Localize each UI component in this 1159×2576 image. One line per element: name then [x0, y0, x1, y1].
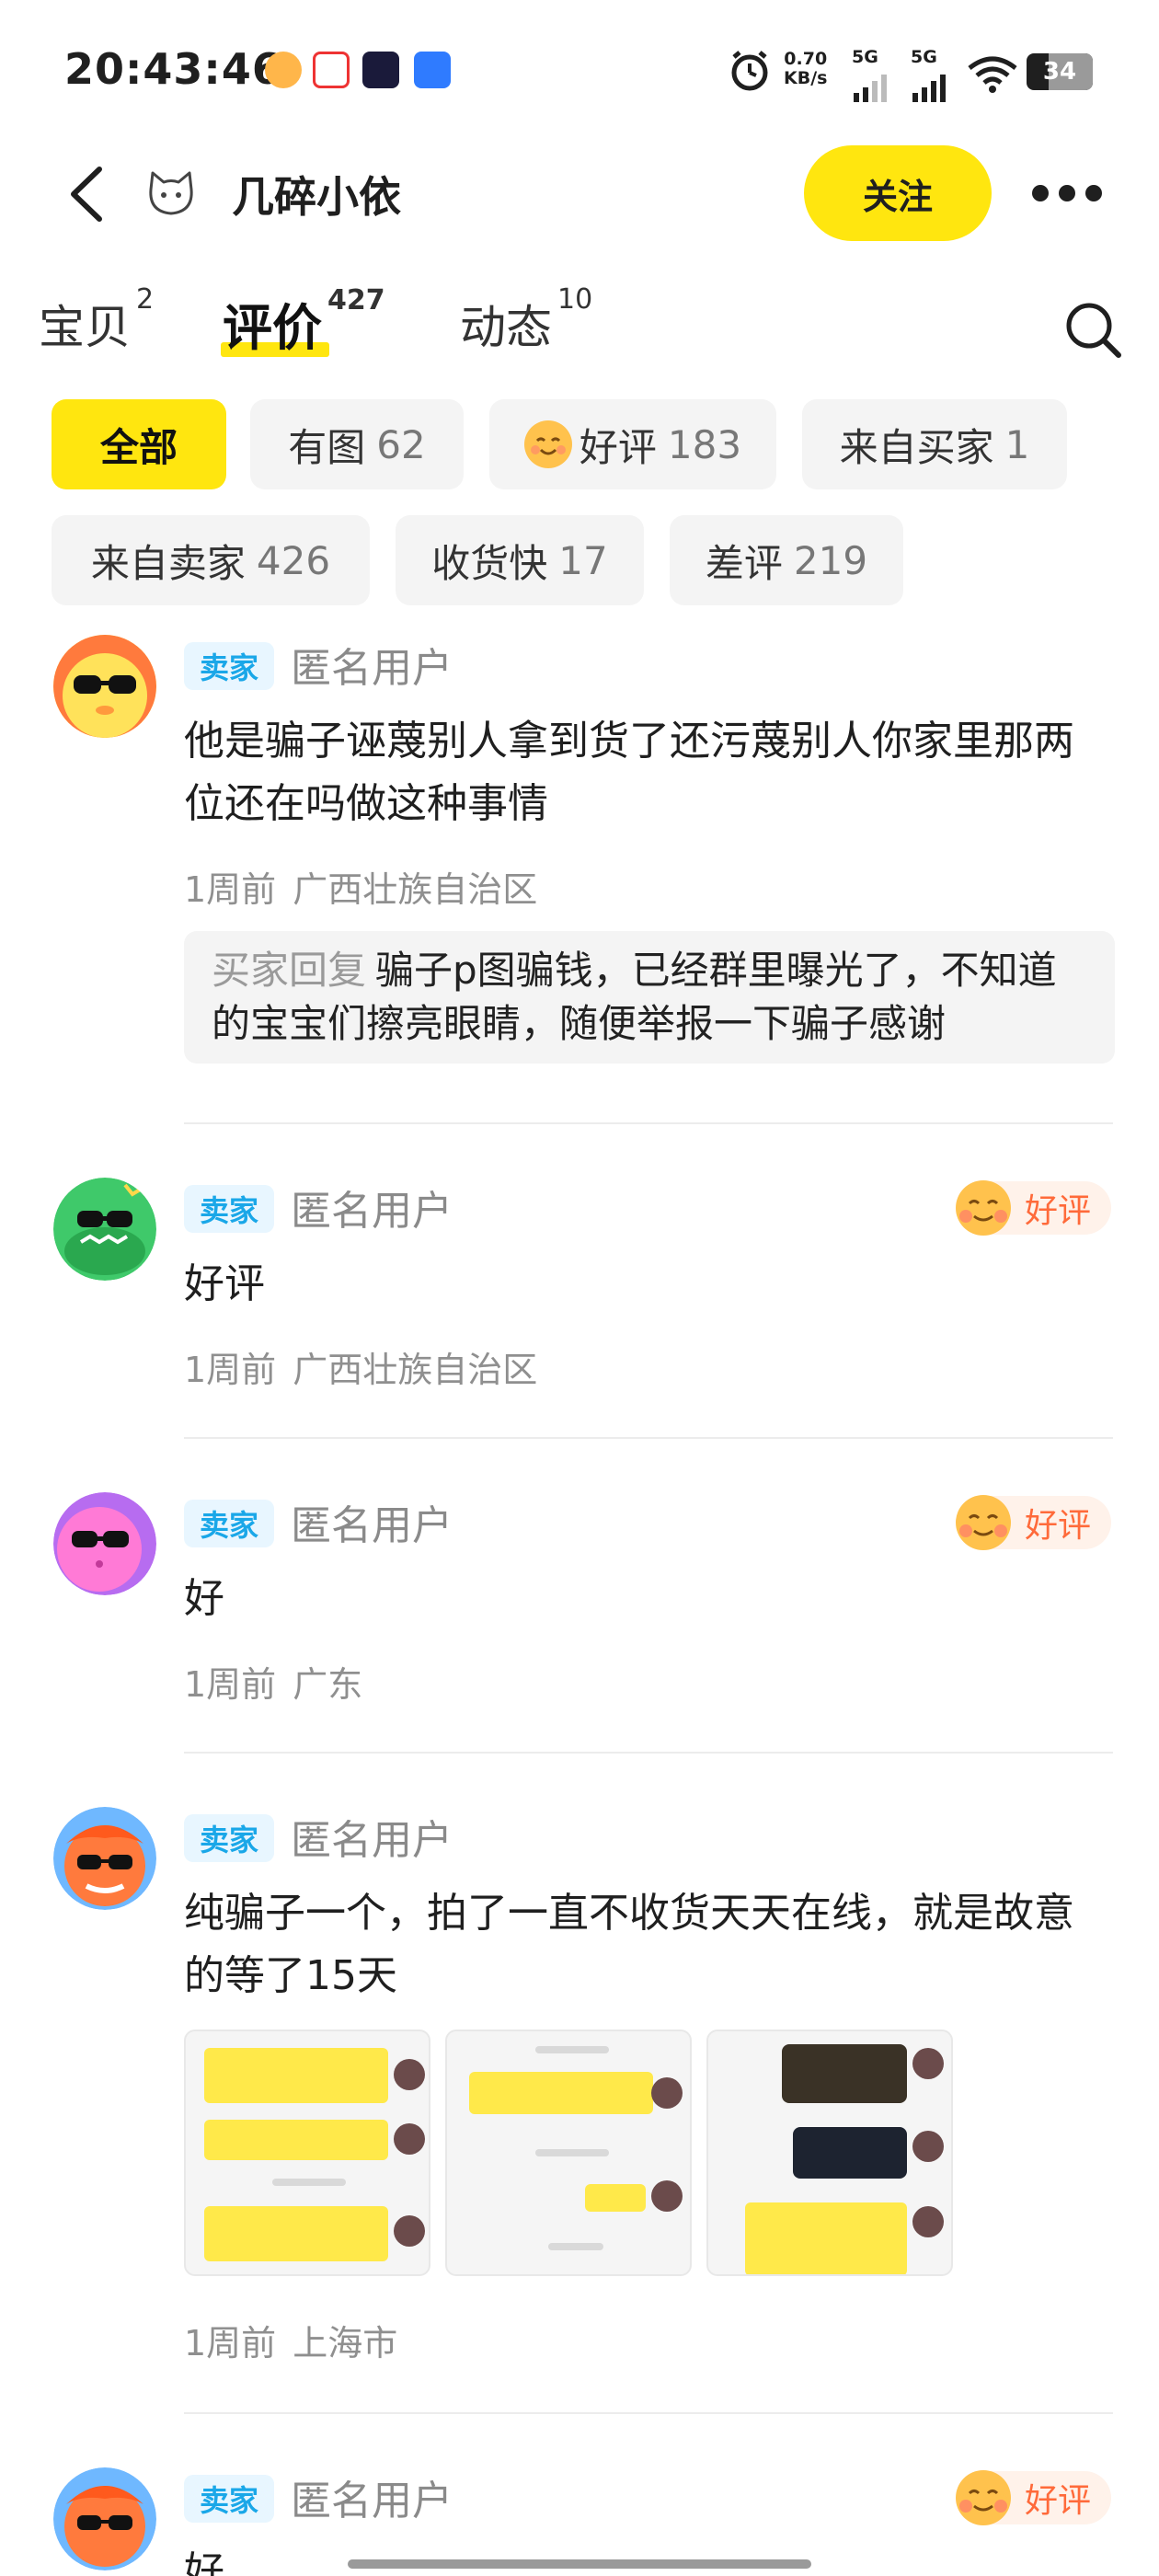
- reviewer-name: 匿名用户: [291, 645, 453, 692]
- baidu-app-icon: [414, 52, 451, 88]
- divider: [184, 1752, 1113, 1754]
- seller-badge: 卖家: [184, 642, 274, 690]
- status-bar: 20:43:46 0.70 KB/s 5G 5G 34: [0, 0, 1159, 138]
- tab-bar: 宝贝2 评价 427 动态10: [0, 276, 1159, 377]
- avatar: [53, 1492, 156, 1595]
- positive-tag: 好评: [956, 1495, 1111, 1550]
- review-content: 好: [184, 2548, 224, 2576]
- review-image[interactable]: [706, 2030, 953, 2276]
- positive-tag: 好评: [956, 2470, 1111, 2525]
- status-time: 20:43:46: [64, 44, 282, 94]
- signal-icon: [912, 75, 946, 102]
- shop-name: 几碎小依: [232, 172, 401, 222]
- seller-badge: 卖家: [184, 1500, 274, 1547]
- review-image[interactable]: [445, 2030, 692, 2276]
- review-content: 好: [184, 1575, 224, 1622]
- review-content: 他是骗子诬蔑别人拿到货了还污蔑别人你家里那两位还在吗做这种事情: [184, 718, 1074, 827]
- filter-from-buyer[interactable]: 来自买家 1: [802, 399, 1067, 489]
- tab-activity[interactable]: 动态10: [460, 283, 592, 357]
- avatar: [53, 1807, 156, 1910]
- filter-all[interactable]: 全部: [52, 399, 226, 489]
- divider: [184, 1122, 1113, 1124]
- smile-face-icon: [956, 1495, 1011, 1550]
- news-app-icon: [313, 52, 350, 88]
- seller-badge: 卖家: [184, 2475, 274, 2523]
- basketball-app-icon: [265, 52, 302, 88]
- divider: [184, 2412, 1113, 2414]
- back-arrow-icon[interactable]: [61, 162, 116, 226]
- battery-level: 34: [1042, 58, 1077, 86]
- review-meta: 1周前 广西壮族自治区: [184, 869, 538, 910]
- home-indicator[interactable]: [348, 2559, 811, 2569]
- review-image[interactable]: [184, 2030, 430, 2276]
- filter-positive[interactable]: 好评 183: [489, 399, 776, 489]
- tab-items[interactable]: 宝贝2: [39, 283, 154, 357]
- wifi-icon: [968, 56, 1017, 93]
- more-options-icon[interactable]: [1032, 184, 1102, 202]
- review-meta: 1周前 广东: [184, 1664, 363, 1705]
- smile-face-icon: [523, 420, 572, 468]
- buyer-reply: 买家回复 骗子p图骗钱，已经群里曝光了，不知道的宝宝们擦亮眼睛，随便举报一下骗子感…: [184, 931, 1115, 1064]
- tab-reviews[interactable]: 评价 427: [223, 284, 385, 360]
- positive-tag: 好评: [956, 1180, 1111, 1236]
- reviewer-name: 匿名用户: [291, 1188, 453, 1235]
- smile-face-icon: [956, 2470, 1011, 2525]
- filter-fast-delivery[interactable]: 收货快 17: [396, 515, 644, 605]
- filter-from-seller[interactable]: 来自卖家 426: [52, 515, 370, 605]
- avatar: [53, 1178, 156, 1281]
- review-images: [184, 2030, 953, 2276]
- avatar: [53, 635, 156, 738]
- avatar: [53, 2467, 156, 2570]
- net-speed: 0.70 KB/s: [784, 49, 828, 88]
- review-content: 纯骗子一个，拍了一直不收货天天在线，就是故意的等了15天: [184, 1890, 1074, 1999]
- review-meta: 1周前 上海市: [184, 2323, 398, 2363]
- reviewer-name: 匿名用户: [291, 1502, 453, 1549]
- video-app-icon: [362, 52, 399, 88]
- cat-avatar-icon: [149, 171, 193, 215]
- seller-badge: 卖家: [184, 1814, 274, 1862]
- review-meta: 1周前 广西壮族自治区: [184, 1350, 538, 1390]
- filter-negative[interactable]: 差评 219: [670, 515, 903, 605]
- battery-icon: 34: [1027, 53, 1093, 90]
- reviewer-name: 匿名用户: [291, 1817, 453, 1864]
- alarm-icon: [731, 51, 768, 91]
- shop-header: 几碎小依 关注: [0, 138, 1159, 248]
- seller-badge: 卖家: [184, 1185, 274, 1233]
- follow-button[interactable]: 关注: [804, 145, 992, 241]
- signal-icon: [854, 75, 887, 102]
- review-content: 好评: [184, 1260, 265, 1307]
- filter-with-images[interactable]: 有图 62: [250, 399, 464, 489]
- search-icon[interactable]: [1063, 300, 1122, 359]
- reviewer-name: 匿名用户: [291, 2478, 453, 2524]
- divider: [184, 1437, 1113, 1439]
- smile-face-icon: [956, 1180, 1011, 1236]
